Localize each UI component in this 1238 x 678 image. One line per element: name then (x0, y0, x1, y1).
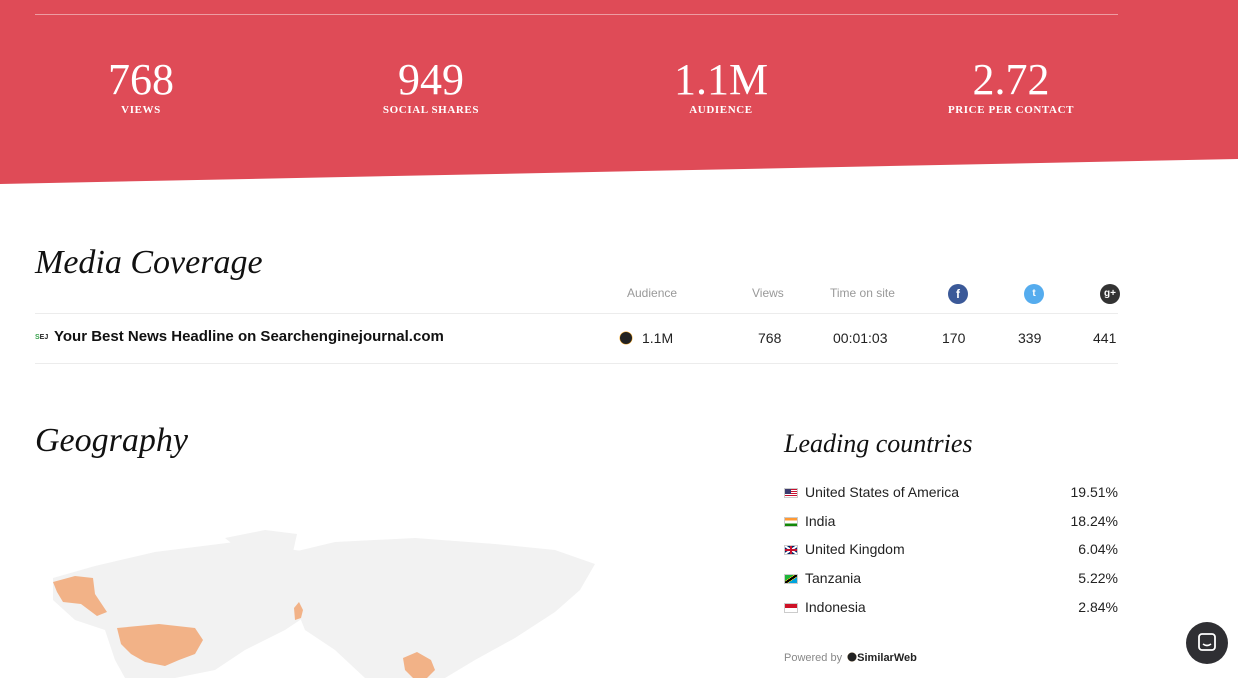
stat-label: PRICE PER CONTACT (947, 104, 1075, 116)
powered-by-text: Powered by (784, 652, 843, 664)
similarweb-icon (619, 331, 633, 345)
country-row-tanzania: Tanzania 5.22% (784, 570, 1118, 590)
table-divider (35, 313, 1118, 314)
country-name: India (805, 513, 836, 529)
country-row-usa: United States of America 19.51% (784, 484, 1118, 504)
country-row-india: India 18.24% (784, 513, 1118, 533)
tanzania-flag-icon (784, 574, 798, 584)
country-name: Tanzania (805, 570, 862, 586)
chat-icon (1198, 633, 1216, 651)
header-audience: Audience (627, 286, 678, 300)
country-percent: 18.24% (1070, 513, 1118, 529)
row-time-on-site: 00:01:03 (833, 330, 888, 346)
country-percent: 5.22% (1078, 570, 1118, 586)
world-map[interactable] (35, 520, 615, 678)
google-plus-icon: g+ (1100, 284, 1120, 304)
stat-price-per-contact: 2.72 PRICE PER CONTACT (901, 52, 1121, 116)
country-percent: 2.84% (1078, 599, 1118, 615)
country-percent: 6.04% (1078, 541, 1118, 557)
header-time-on-site: Time on site (830, 286, 895, 300)
leading-countries-title: Leading countries (784, 429, 973, 458)
row-facebook-count: 170 (942, 330, 966, 346)
media-coverage-title: Media Coverage (35, 244, 263, 281)
country-name: United Kingdom (805, 541, 905, 557)
row-audience: 1.1M (642, 330, 674, 346)
stat-views: 768 VIEWS (31, 52, 251, 116)
article-title[interactable]: Your Best News Headline on Searchenginej… (54, 328, 444, 345)
stat-value: 1.1M (673, 55, 769, 104)
chat-launcher-button[interactable] (1186, 622, 1228, 664)
stats-hero: 768 VIEWS 949 SOCIAL SHARES 1.1M AUDIENC… (0, 0, 1238, 186)
row-views: 768 (758, 330, 782, 346)
stat-value: 768 (108, 55, 174, 104)
twitter-icon: t (1024, 284, 1044, 304)
row-google-count: 441 (1093, 330, 1117, 346)
stat-audience: 1.1M AUDIENCE (611, 52, 831, 116)
indonesia-flag-icon (784, 603, 798, 613)
similarweb-logo-icon (847, 652, 857, 662)
country-name: Indonesia (805, 599, 866, 615)
stat-label: SOCIAL SHARES (382, 104, 480, 116)
geography-title: Geography (35, 422, 188, 459)
sej-logo-icon: SEJ (35, 334, 49, 341)
stat-value: 2.72 (972, 55, 1050, 104)
country-name: United States of America (805, 484, 960, 500)
us-flag-icon (784, 488, 798, 498)
stat-label: VIEWS (121, 104, 161, 116)
country-percent: 19.51% (1070, 484, 1118, 500)
similarweb-brand: SimilarWeb (857, 652, 917, 664)
india-flag-icon (784, 517, 798, 527)
facebook-icon: f (948, 284, 968, 304)
uk-flag-icon (784, 545, 798, 555)
stat-value: 949 (398, 55, 464, 104)
hero-divider (35, 14, 1118, 15)
stat-social-shares: 949 SOCIAL SHARES (321, 52, 541, 116)
table-divider (35, 363, 1118, 364)
header-views: Views (752, 286, 784, 300)
stat-label: AUDIENCE (689, 104, 753, 116)
country-row-indonesia: Indonesia 2.84% (784, 599, 1118, 619)
country-row-uk: United Kingdom 6.04% (784, 541, 1118, 561)
row-twitter-count: 339 (1018, 330, 1042, 346)
powered-by: Powered by SimilarWeb (784, 652, 917, 664)
